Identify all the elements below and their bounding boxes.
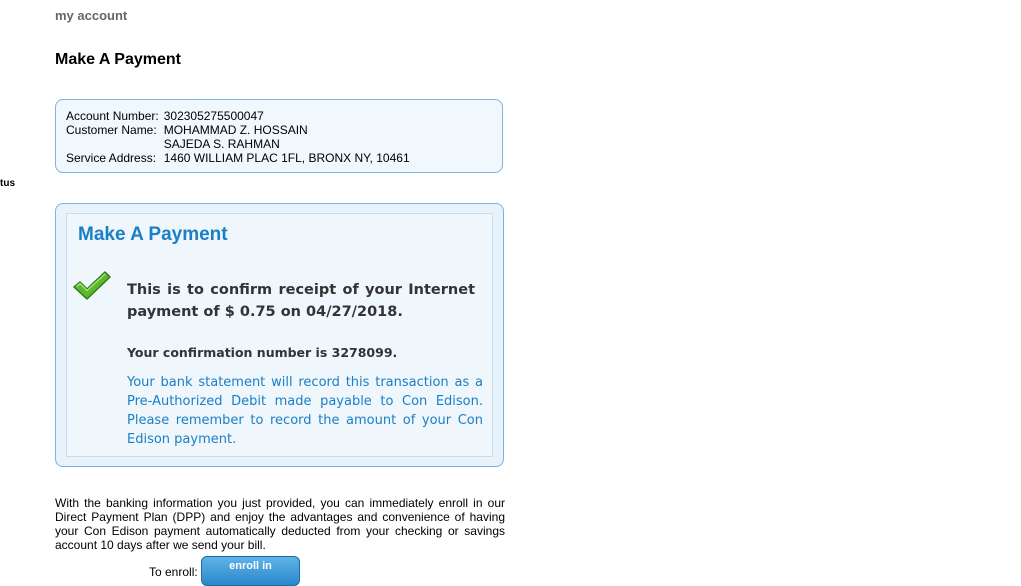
service-address-value: 1460 WILLIAM PLAC 1FL, BRONX NY, 10461 bbox=[163, 151, 410, 165]
dpp-description: With the banking information you just pr… bbox=[55, 496, 505, 552]
bank-statement-note: Your bank statement will record this tra… bbox=[127, 375, 483, 447]
customer-name-value-2: SAJEDA S. RAHMAN bbox=[163, 137, 280, 151]
confirmation-message: This is to confirm receipt of your Inter… bbox=[127, 282, 475, 320]
confirmation-heading: Make A Payment bbox=[78, 224, 228, 245]
payment-confirmation-panel: Make A Payment This is to confirm receip… bbox=[66, 213, 493, 457]
breadcrumb[interactable]: my account bbox=[55, 8, 127, 23]
account-info-table: Account Number: 302305275500047 Customer… bbox=[66, 109, 410, 165]
confirmation-number: Your confirmation number is 3278099. bbox=[127, 345, 398, 360]
account-number-label: Account Number: bbox=[66, 109, 159, 123]
payment-confirmation-box: Make A Payment This is to confirm receip… bbox=[55, 203, 504, 467]
customer-name-label-empty bbox=[66, 137, 164, 151]
account-info-box: Account Number: 302305275500047 Customer… bbox=[55, 99, 503, 173]
account-number-value: 302305275500047 bbox=[163, 109, 264, 123]
checkmark-icon bbox=[72, 270, 112, 302]
service-address-label: Service Address: bbox=[66, 151, 157, 165]
customer-name-value-1: MOHAMMAD Z. HOSSAIN bbox=[163, 123, 308, 137]
enroll-button[interactable]: enroll in bbox=[201, 556, 300, 586]
sidebar-partial-label[interactable]: tus bbox=[0, 178, 15, 189]
customer-name-label: Customer Name: bbox=[66, 123, 157, 137]
page-title: Make A Payment bbox=[55, 51, 181, 68]
enroll-label: To enroll: bbox=[149, 565, 198, 579]
